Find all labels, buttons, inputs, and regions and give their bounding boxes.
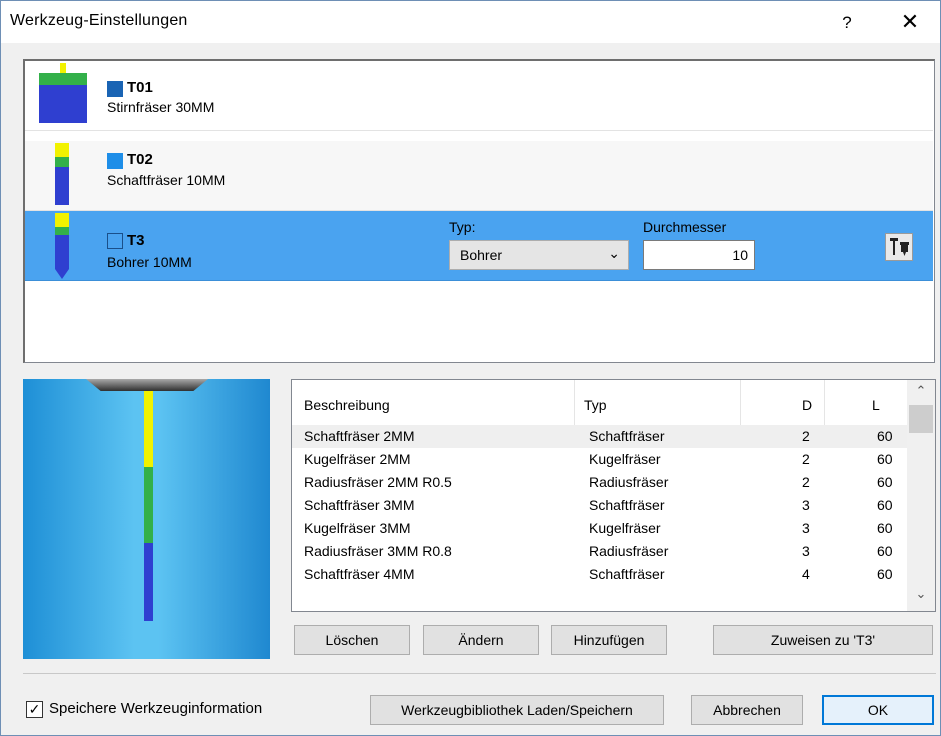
cell-l: 60 — [877, 451, 893, 467]
title-bar: Werkzeug-Einstellungen ? ✕ — [1, 1, 940, 43]
ok-button[interactable]: OK — [822, 695, 934, 725]
tool-preview — [23, 379, 270, 659]
table-row[interactable]: Radiusfräser 2MM R0.5 Radiusfräser 2 60 — [292, 471, 907, 494]
save-tool-info-checkbox[interactable]: ✓ — [26, 701, 43, 718]
modify-button[interactable]: Ändern — [423, 625, 539, 655]
column-header-type[interactable]: Typ — [584, 397, 607, 413]
cell-l: 60 — [877, 566, 893, 582]
window-title: Werkzeug-Einstellungen — [10, 12, 188, 29]
tool-holder — [86, 379, 208, 391]
cell-description: Radiusfräser 2MM R0.5 — [304, 474, 452, 490]
cell-l: 60 — [877, 474, 893, 490]
column-header-d[interactable]: D — [802, 397, 812, 413]
tool-shank — [144, 391, 153, 467]
tool-cutter — [144, 543, 153, 621]
table-row[interactable]: Schaftfräser 2MM Schaftfräser 2 60 — [292, 425, 907, 448]
column-header-description[interactable]: Beschreibung — [304, 397, 390, 413]
cell-d: 2 — [802, 451, 810, 467]
column-divider — [824, 380, 825, 430]
diameter-label: Durchmesser — [643, 219, 727, 235]
tool-color-swatch[interactable] — [107, 81, 123, 97]
diameter-input[interactable]: 10 — [643, 240, 755, 270]
table-row[interactable]: Radiusfräser 3MM R0.8 Radiusfräser 3 60 — [292, 540, 907, 563]
cell-type: Schaftfräser — [589, 566, 665, 582]
cell-description: Schaftfräser 2MM — [304, 428, 415, 444]
cell-type: Schaftfräser — [589, 497, 665, 513]
column-header-l[interactable]: L — [872, 397, 880, 413]
footer-divider — [23, 673, 936, 674]
tool-row-t3[interactable]: T3 Bohrer 10MM Typ: Bohrer ⌄ Durchmesser… — [25, 211, 933, 281]
cell-type: Kugelfräser — [589, 520, 661, 536]
cell-l: 60 — [877, 428, 893, 444]
cancel-button[interactable]: Abbrechen — [691, 695, 803, 725]
close-icon[interactable]: ✕ — [887, 7, 933, 37]
tool-library-icon — [890, 238, 909, 256]
cell-description: Radiusfräser 3MM R0.8 — [304, 543, 452, 559]
type-dropdown-value: Bohrer — [460, 247, 503, 263]
tool-list[interactable]: T01 Stirnfräser 30MM T02 Schaftfräser 10… — [23, 59, 935, 363]
tool-name: T3 — [127, 232, 145, 249]
cell-description: Kugelfräser 2MM — [304, 451, 411, 467]
tool-name: T02 — [127, 151, 153, 168]
column-divider — [740, 380, 741, 430]
tool-color-swatch[interactable] — [107, 233, 123, 249]
table-row[interactable]: Kugelfräser 3MM Kugelfräser 3 60 — [292, 517, 907, 540]
checkmark-icon: ✓ — [28, 701, 41, 717]
help-icon[interactable]: ? — [827, 9, 867, 37]
cell-type: Kugelfräser — [589, 451, 661, 467]
table-header: Beschreibung Typ D L — [292, 380, 907, 430]
tool-row-t02[interactable]: T02 Schaftfräser 10MM — [25, 141, 933, 211]
cell-d: 3 — [802, 497, 810, 513]
cell-l: 60 — [877, 543, 893, 559]
table-row[interactable]: Kugelfräser 2MM Kugelfräser 2 60 — [292, 448, 907, 471]
cell-description: Schaftfräser 3MM — [304, 497, 415, 513]
tool-library-button[interactable] — [885, 233, 913, 261]
cell-d: 2 — [802, 474, 810, 490]
tool-color-swatch[interactable] — [107, 153, 123, 169]
add-button[interactable]: Hinzufügen — [551, 625, 667, 655]
library-scrollbar[interactable]: ⌃ ⌄ — [907, 380, 935, 611]
tool-description: Stirnfräser 30MM — [107, 99, 215, 115]
tool-neck — [144, 467, 153, 543]
cell-type: Radiusfräser — [589, 543, 669, 559]
tool-library-table[interactable]: Beschreibung Typ D L Schaftfräser 2MM Sc… — [291, 379, 936, 612]
save-tool-info-label[interactable]: Speichere Werkzeuginformation — [49, 700, 262, 717]
delete-button[interactable]: Löschen — [294, 625, 410, 655]
cell-d: 2 — [802, 428, 810, 444]
assign-button[interactable]: Zuweisen zu 'T3' — [713, 625, 933, 655]
end-mill-icon — [39, 63, 87, 123]
dropdown-chevron-icon: ⌄ — [608, 245, 620, 261]
tool-description: Bohrer 10MM — [107, 254, 192, 270]
tool-name: T01 — [127, 79, 153, 96]
end-mill-icon — [55, 143, 69, 205]
scroll-thumb[interactable] — [909, 405, 933, 433]
cell-d: 3 — [802, 543, 810, 559]
cell-l: 60 — [877, 520, 893, 536]
tool-row-t01[interactable]: T01 Stirnfräser 30MM — [25, 61, 933, 131]
scroll-down-icon[interactable]: ⌄ — [907, 586, 935, 608]
column-divider — [574, 380, 575, 430]
load-save-library-button[interactable]: Werkzeugbibliothek Laden/Speichern — [370, 695, 664, 725]
cell-description: Schaftfräser 4MM — [304, 566, 415, 582]
cell-d: 3 — [802, 520, 810, 536]
type-label: Typ: — [449, 219, 476, 235]
cell-description: Kugelfräser 3MM — [304, 520, 411, 536]
cell-type: Schaftfräser — [589, 428, 665, 444]
tool-description: Schaftfräser 10MM — [107, 172, 226, 188]
type-dropdown[interactable]: Bohrer ⌄ — [449, 240, 629, 270]
table-row[interactable]: Schaftfräser 4MM Schaftfräser 4 60 — [292, 563, 907, 586]
cell-d: 4 — [802, 566, 810, 582]
drill-icon — [55, 213, 69, 279]
cell-l: 60 — [877, 497, 893, 513]
cell-type: Radiusfräser — [589, 474, 669, 490]
scroll-up-icon[interactable]: ⌃ — [907, 383, 935, 405]
tool-settings-dialog: Werkzeug-Einstellungen ? ✕ T01 Stirnfräs… — [0, 0, 941, 736]
table-row[interactable]: Schaftfräser 3MM Schaftfräser 3 60 — [292, 494, 907, 517]
